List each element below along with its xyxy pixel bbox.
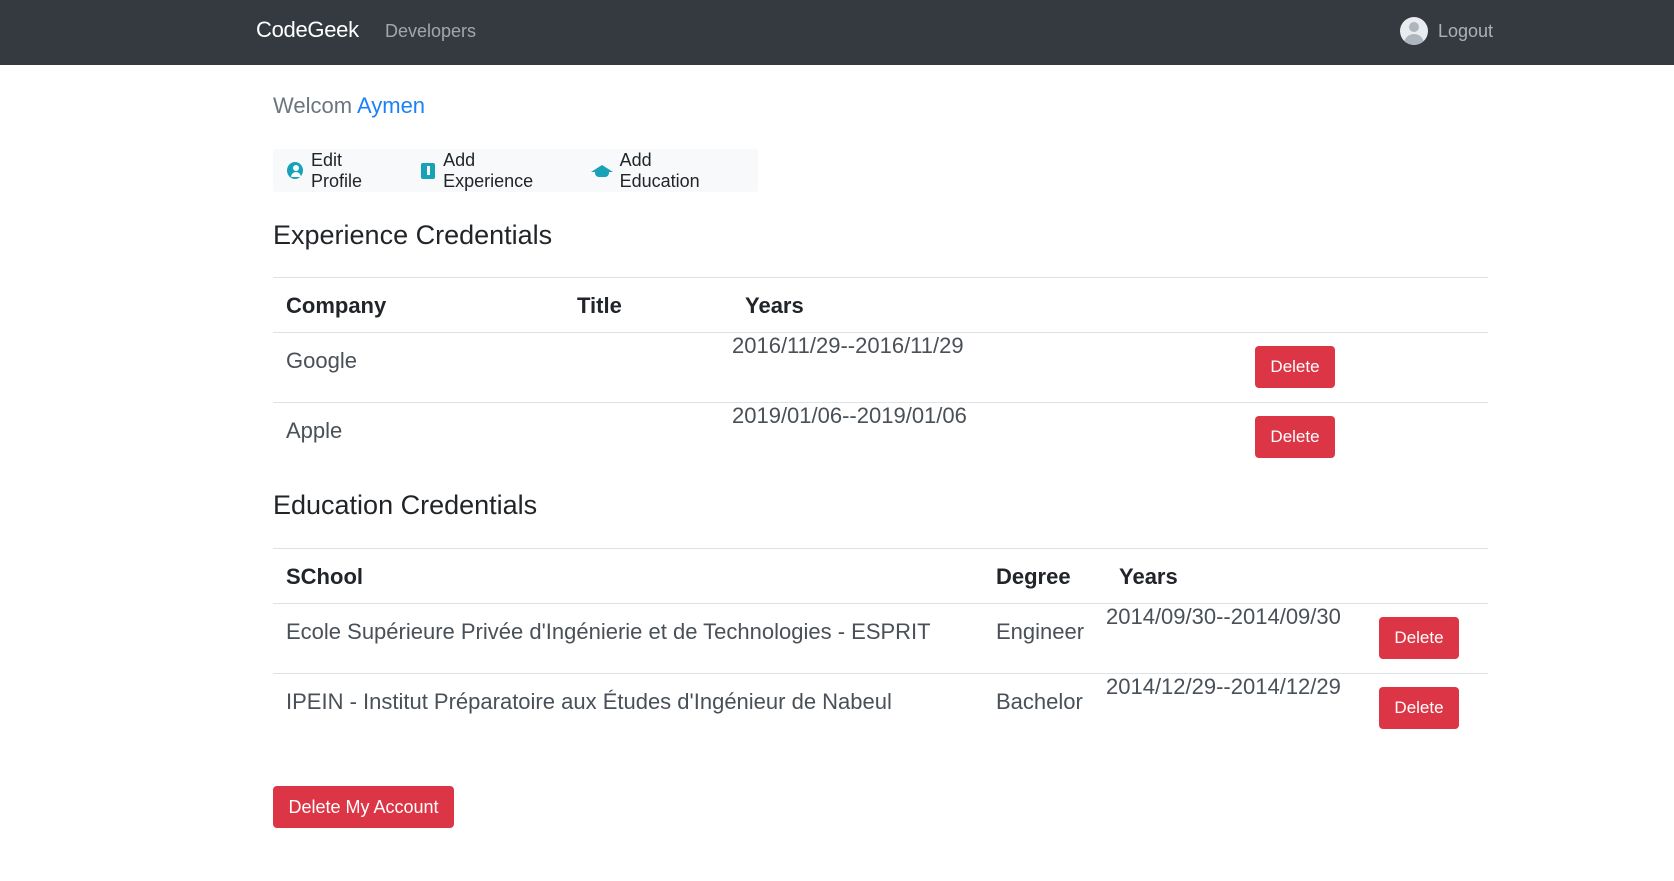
delete-account-button[interactable]: Delete My Account [273,786,454,828]
experience-table: Company Title Years Google 2016/11/29--2… [273,277,1488,472]
delete-education-button[interactable]: Delete [1379,687,1459,729]
delete-education-button[interactable]: Delete [1379,617,1459,659]
company-cell: Google [286,348,357,373]
column-header-school: SChool [286,564,363,589]
welcome-username: Aymen [356,93,426,118]
company-cell: Apple [286,418,343,443]
years-cell: 2014/09/30--2014/09/30 [1106,604,1341,629]
column-header-degree: Degree [996,564,1071,589]
welcome-message: Welcom Aymen [273,93,425,119]
degree-cell: Engineer [996,619,1085,644]
add-experience-label: Add Experience [443,149,534,191]
table-row: Google 2016/11/29--2016/11/29 Delete [273,332,1488,402]
experience-heading: Experience Credentials [273,220,553,250]
table-row: Ecole Supérieure Privée d'Ingénierie et … [273,603,1488,673]
user-circle-icon [287,162,303,179]
delete-experience-button[interactable]: Delete [1255,416,1335,458]
welcome-prefix: Welcom [273,93,353,118]
id-badge-icon [420,162,436,179]
add-education-button[interactable]: Add Education [590,149,730,192]
school-cell: Ecole Supérieure Privée d'Ingénierie et … [286,619,931,644]
degree-cell: Bachelor [996,689,1083,714]
education-heading: Education Credentials [273,490,538,520]
column-header-company: Company [286,293,387,318]
add-experience-button[interactable]: Add Experience [420,149,563,192]
brand-link[interactable]: CodeGeek [256,17,359,43]
edit-profile-button[interactable]: Edit Profile [287,150,393,192]
user-avatar-icon [1400,17,1428,45]
delete-experience-button[interactable]: Delete [1255,346,1335,388]
edit-profile-label: Edit Profile [311,149,363,191]
navbar: CodeGeek Developers Logout [0,0,1674,65]
years-cell: 2016/11/29--2016/11/29 [732,333,964,358]
school-cell: IPEIN - Institut Préparatoire aux Études… [286,689,892,714]
developers-link[interactable]: Developers [385,21,476,42]
dashboard-actions: Edit Profile Add Experience Add Educatio… [273,149,758,192]
education-table: SChool Degree Years Ecole Supérieure Pri… [273,548,1488,743]
years-cell: 2019/01/06--2019/01/06 [732,403,967,428]
graduation-cap-icon [590,163,613,179]
add-education-label: Add Education [619,149,700,191]
table-row: IPEIN - Institut Préparatoire aux Études… [273,673,1488,743]
column-header-years: Years [1119,564,1178,589]
column-header-years: Years [745,293,804,318]
years-cell: 2014/12/29--2014/12/29 [1106,674,1341,699]
column-header-title: Title [577,293,622,318]
logout-link[interactable]: Logout [1400,17,1493,45]
table-header: SChool Degree Years [273,548,1488,603]
table-row: Apple 2019/01/06--2019/01/06 Delete [273,402,1488,472]
logout-label: Logout [1438,20,1494,41]
table-header: Company Title Years [273,277,1488,332]
